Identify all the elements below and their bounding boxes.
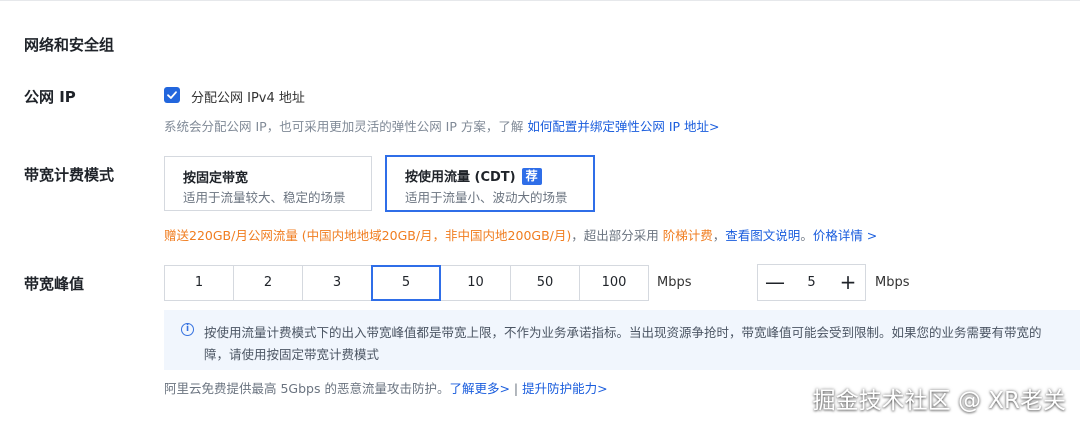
upgrade-protection-link[interactable]: 提升防护能力> <box>522 381 607 396</box>
promo-sep: ， <box>712 228 726 243</box>
eip-config-link[interactable]: 如何配置并绑定弹性公网 IP 地址> <box>527 119 719 134</box>
bandwidth-notice: i 按使用流量计费模式下的出入带宽峰值都是带宽上限，不作为业务承诺指标。当出现资… <box>164 310 1080 370</box>
bandwidth-option[interactable]: 50 <box>510 265 580 301</box>
bandwidth-unit: Mbps <box>657 275 692 290</box>
increment-button[interactable]: + <box>831 265 865 300</box>
price-details-link[interactable]: 价格详情 > <box>813 228 877 243</box>
bandwidth-option[interactable]: 1 <box>164 265 234 301</box>
traffic-promo: 赠送220GB/月公网流量 (中国内地地域20GB/月，非中国内地200GB/月… <box>164 225 877 244</box>
bandwidth-option[interactable]: 2 <box>233 265 303 301</box>
billing-option-fixed[interactable]: 按固定带宽 适用于流量较大、稳定的场景 <box>164 156 372 211</box>
public-ip-hint: 系统会分配公网 IP，也可采用更加灵活的弹性公网 IP 方案，了解 如何配置并绑… <box>164 116 720 135</box>
footer-sep: | <box>509 381 523 396</box>
bandwidth-stepper: — + <box>757 264 866 301</box>
promo-mid: ，超出部分采用 <box>571 228 663 243</box>
assign-ipv4-label[interactable]: 分配公网 IPv4 地址 <box>191 87 305 106</box>
billing-option-cdt-title: 按使用流量 (CDT) 荐 <box>405 166 542 185</box>
recommended-badge: 荐 <box>521 168 542 185</box>
bandwidth-option[interactable]: 10 <box>440 265 511 301</box>
section-title: 网络和安全组 <box>24 36 115 54</box>
billing-option-cdt[interactable]: 按使用流量 (CDT) 荐 适用于流量小、波动大的场景 <box>385 155 595 212</box>
assign-ipv4-checkbox[interactable] <box>164 87 180 103</box>
info-icon: i <box>181 323 194 336</box>
tiered-billing-text: 阶梯计费 <box>662 228 713 243</box>
notice-line-2: 障，请使用按固定带宽计费模式 <box>204 347 380 362</box>
top-divider <box>0 0 1080 1</box>
watermark: 掘金技术社区 @ XR老关 <box>812 388 1066 414</box>
billing-option-cdt-title-text: 按使用流量 (CDT) <box>405 170 516 185</box>
bandwidth-option-selected[interactable]: 5 <box>371 265 441 301</box>
ddos-text: 阿里云免费提供最高 5Gbps 的恶意流量攻击防护。 <box>164 381 450 396</box>
promo-free-traffic: 赠送220GB/月公网流量 (中国内地地域20GB/月，非中国内地200GB/月… <box>164 228 572 243</box>
billing-option-fixed-title: 按固定带宽 <box>183 171 249 186</box>
bandwidth-input[interactable] <box>792 265 831 300</box>
bandwidth-peak-label: 带宽峰值 <box>24 275 85 293</box>
notice-line-1: 按使用流量计费模式下的出入带宽峰值都是带宽上限，不作为业务承诺指标。当出现资源争… <box>204 325 1042 340</box>
public-ip-label: 公网 IP <box>24 88 76 106</box>
billing-mode-label: 带宽计费模式 <box>24 166 115 184</box>
checkmark-icon <box>167 91 177 99</box>
billing-option-fixed-desc: 适用于流量较大、稳定的场景 <box>183 190 346 205</box>
public-ip-hint-text: 系统会分配公网 IP，也可采用更加灵活的弹性公网 IP 方案，了解 <box>164 119 528 134</box>
guide-link[interactable]: 查看图文说明 <box>725 228 800 243</box>
stepper-unit: Mbps <box>875 275 910 290</box>
billing-option-cdt-desc: 适用于流量小、波动大的场景 <box>405 190 568 205</box>
promo-dot: 。 <box>800 228 813 243</box>
decrement-button[interactable]: — <box>758 265 792 300</box>
bandwidth-option[interactable]: 100 <box>579 265 649 301</box>
learn-more-link[interactable]: 了解更多> <box>449 381 509 396</box>
bandwidth-option[interactable]: 3 <box>302 265 372 301</box>
config-panel: 网络和安全组 公网 IP 分配公网 IPv4 地址 系统会分配公网 IP，也可采… <box>0 0 1080 427</box>
ddos-protection-note: 阿里云免费提供最高 5Gbps 的恶意流量攻击防护。了解更多> | 提升防护能力… <box>164 378 608 397</box>
